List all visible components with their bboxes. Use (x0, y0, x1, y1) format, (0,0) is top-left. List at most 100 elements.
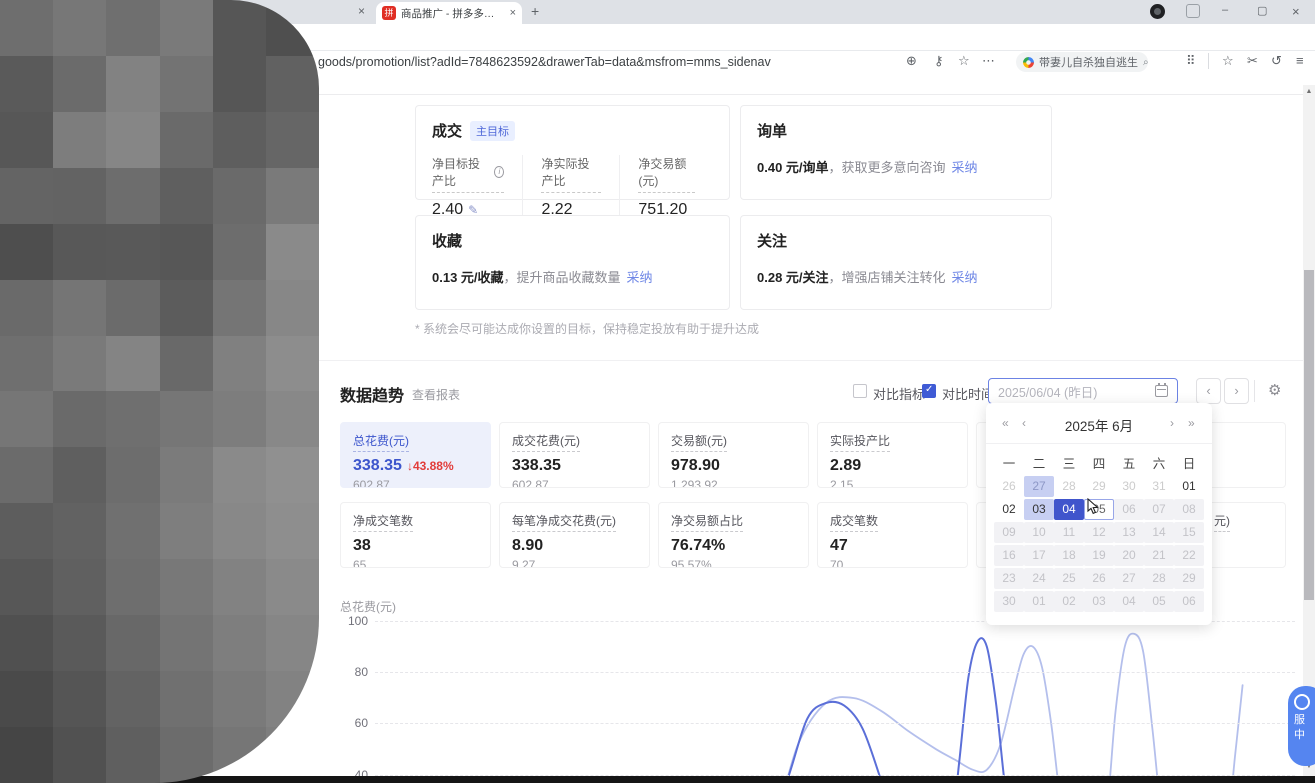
scroll-up-icon[interactable]: ▲ (1303, 88, 1315, 95)
calendar-day-26[interactable]: 26 (994, 476, 1024, 497)
mosaic-block (266, 447, 319, 503)
partial-tab-close-icon[interactable]: × (358, 4, 365, 18)
password-key-icon[interactable]: ⚷ (934, 53, 944, 69)
mosaic-block (106, 280, 159, 336)
metric-card-label: 净成交笔数 (353, 512, 413, 532)
mosaic-block (213, 615, 266, 671)
view-report-link[interactable]: 查看报表 (412, 386, 460, 403)
menu-icon[interactable]: ≡ (1296, 53, 1304, 68)
mosaic-block (0, 0, 53, 56)
calendar-day-06: 06 (1114, 499, 1144, 520)
scissors-icon[interactable]: ✂ (1247, 53, 1258, 69)
browser-tab-active[interactable]: 拼 商品推广 - 拼多多推广平台 × (376, 2, 522, 24)
favorite-price: 0.13 元/收藏 (432, 270, 504, 285)
compare-time-checkbox[interactable] (922, 384, 936, 398)
quick-search-box[interactable]: 带妻儿自杀独自逃生 ⌕ (1016, 52, 1148, 72)
mosaic-block (213, 503, 266, 559)
favorites-list-icon[interactable]: ☆ (1222, 53, 1234, 69)
calendar-day-28[interactable]: 28 (1054, 476, 1084, 497)
next-year-icon[interactable]: » (1188, 416, 1195, 430)
calendar-day-03[interactable]: 03 (1024, 499, 1054, 520)
calendar-day-28: 28 (1144, 568, 1174, 589)
adopt-link[interactable]: 采纳 (952, 270, 978, 285)
mosaic-block (53, 168, 106, 224)
mosaic-block (160, 615, 213, 671)
mosaic-block (0, 336, 53, 392)
address-bar-url[interactable]: goods/promotion/list?adId=7848623592&dra… (318, 55, 771, 69)
metric-card-label: 每笔净成交花费(元) (512, 512, 616, 532)
metric-card-value: 76.74% (671, 537, 796, 555)
calendar-day-01[interactable]: 01 (1174, 476, 1204, 497)
calendar-day-31[interactable]: 31 (1144, 476, 1174, 497)
mosaic-block (53, 391, 106, 447)
calendar-month-title[interactable]: 2025年 6月 (986, 415, 1212, 435)
window-close-button[interactable]: × (1292, 4, 1300, 19)
metric-card-总花费(元)[interactable]: 总花费(元)338.35↓43.88%602.87 (340, 422, 491, 488)
metric-card-value: 8.90 (512, 537, 637, 555)
mosaic-block (160, 56, 213, 112)
mosaic-block (266, 391, 319, 447)
weekday-label: 四 (1084, 453, 1114, 472)
mosaic-block (266, 615, 319, 671)
apps-grid-icon[interactable]: ⠿ (1186, 53, 1196, 69)
next-month-icon[interactable]: › (1170, 416, 1174, 430)
weekday-label: 一 (994, 453, 1024, 472)
mosaic-block (266, 559, 319, 615)
search-suggestion-text[interactable]: 带妻儿自杀独自逃生 (1039, 54, 1138, 70)
metric-card-每笔净成交花费(元)[interactable]: 每笔净成交花费(元)8.909.27 (499, 502, 650, 568)
calendar-day-27[interactable]: 27 (1024, 476, 1054, 497)
adopt-link[interactable]: 采纳 (952, 160, 978, 175)
next-day-button[interactable]: › (1224, 378, 1249, 404)
page-scrollbar[interactable]: ▲ ▼ (1303, 85, 1315, 783)
metric-card-净成交笔数[interactable]: 净成交笔数3865 (340, 502, 491, 568)
mosaic-block (0, 56, 53, 112)
metric-label: 净实际投产比 (541, 155, 601, 193)
metric-card-成交花费(元)[interactable]: 成交花费(元)338.35602.87 (499, 422, 650, 488)
info-icon[interactable]: i (494, 166, 504, 178)
calendar-day-02[interactable]: 02 (994, 499, 1024, 520)
adopt-link[interactable]: 采纳 (627, 270, 653, 285)
calendar-day-04[interactable]: 04 (1054, 499, 1084, 520)
extension-badge-icon[interactable] (1150, 4, 1165, 19)
calendar-day-23: 23 (994, 568, 1024, 589)
undo-icon[interactable]: ↺ (1271, 53, 1282, 69)
calendar-date-grid: 2627282930310102030405060708091011121314… (994, 476, 1204, 614)
gear-icon[interactable]: ⚙ (1268, 381, 1281, 399)
calendar-day-24: 24 (1024, 568, 1054, 589)
search-icon[interactable]: ⌕ (1143, 57, 1149, 68)
compare-metric-checkbox[interactable] (853, 384, 867, 398)
metric-card-compare-value: 95.57% (671, 558, 796, 568)
new-tab-button[interactable]: + (531, 3, 539, 19)
mosaic-block (160, 0, 213, 56)
tab-close-icon[interactable]: × (510, 7, 516, 19)
compare-metric-label[interactable]: 对比指标 (873, 384, 925, 403)
mosaic-block (0, 447, 53, 503)
calendar-weekday-row: 一二三四五六日 (994, 453, 1204, 472)
more-extensions-icon[interactable]: ⋯ (982, 53, 995, 69)
metric-card-成交笔数[interactable]: 成交笔数4770 (817, 502, 968, 568)
mosaic-block (213, 224, 266, 280)
metric-card-实际投产比[interactable]: 实际投产比2.892.15 (817, 422, 968, 488)
customer-service-widget[interactable]: 服 中 (1288, 686, 1315, 766)
calendar-day-29[interactable]: 29 (1084, 476, 1114, 497)
metric-card-净交易额占比[interactable]: 净交易额占比76.74%95.57% (658, 502, 809, 568)
weekday-label: 二 (1024, 453, 1054, 472)
compare-date-input[interactable]: 2025/06/04 (昨日) (988, 378, 1178, 404)
window-minimize-button[interactable]: – (1222, 4, 1228, 16)
calendar-day-09: 09 (994, 522, 1024, 543)
window-maximize-button[interactable]: ▢ (1257, 4, 1267, 17)
metric-card-交易额(元)[interactable]: 交易额(元)978.901,293.92 (658, 422, 809, 488)
bookmark-star-icon[interactable]: ☆ (958, 53, 970, 69)
mosaic-block (160, 224, 213, 280)
compare-time-label[interactable]: 对比时间 (942, 384, 994, 403)
prev-day-button[interactable]: ‹ (1196, 378, 1221, 404)
mosaic-block (160, 168, 213, 224)
calendar-icon[interactable] (1155, 385, 1168, 397)
calendar-day-30[interactable]: 30 (1114, 476, 1144, 497)
metric-card-label: 元) (1214, 512, 1230, 532)
zoom-icon[interactable]: ⊕ (906, 53, 917, 69)
extension-icon[interactable] (1186, 4, 1200, 18)
scrollbar-thumb[interactable] (1304, 270, 1314, 600)
mosaic-block (53, 0, 106, 56)
metric-card-compare-value: 65 (353, 558, 478, 568)
